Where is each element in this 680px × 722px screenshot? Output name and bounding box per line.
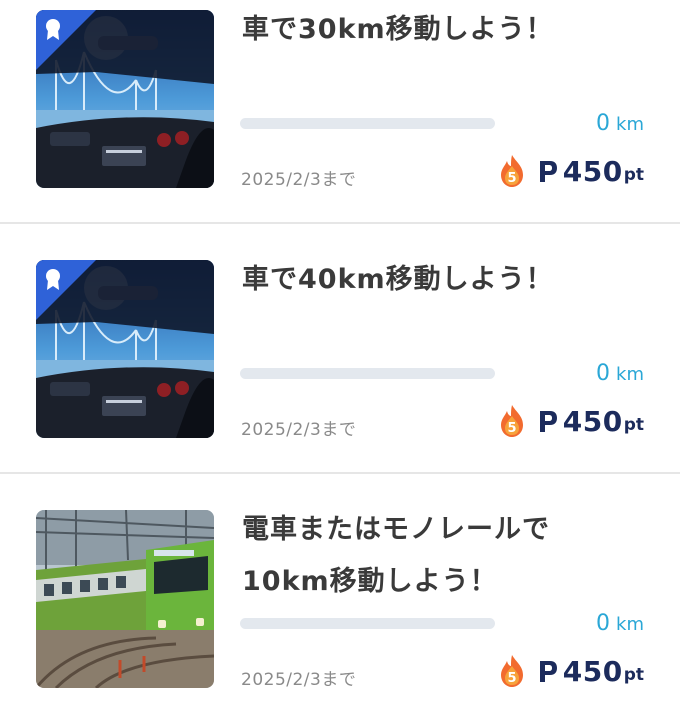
ribbon-icon (36, 260, 96, 320)
distance-unit: km (616, 114, 644, 135)
mission-title: 車で40km移動しよう！ (242, 264, 554, 295)
points-unit: pt (623, 165, 644, 185)
deadline-text: 2025/2/3まで (241, 170, 357, 190)
ribbon-icon (36, 10, 96, 70)
deadline-text: 2025/2/3まで (241, 420, 357, 440)
flame-icon: 5 (500, 155, 523, 187)
points-value: 450 (562, 654, 623, 688)
mission-card[interactable]: 電車またはモノレールで 10km移動しよう！ 0 km 2025/2/3まで 5… (0, 474, 680, 722)
distance-readout: 0 km (596, 361, 644, 386)
mission-title: 電車またはモノレールで 10km移動しよう！ (242, 514, 550, 597)
distance-readout: 0 km (596, 111, 644, 136)
distance-readout: 0 km (596, 611, 644, 636)
distance-value: 0 (596, 611, 611, 636)
points-unit: pt (623, 665, 644, 685)
points-unit: pt (623, 415, 644, 435)
progress-bar (240, 368, 495, 379)
points-value: 450 (562, 404, 623, 438)
progress-bar (240, 618, 495, 629)
mission-title: 車で30km移動しよう！ (242, 14, 554, 45)
streak-count: 5 (507, 421, 516, 436)
progress-bar (240, 118, 495, 129)
streak-count: 5 (507, 671, 516, 686)
reward: 5 450 pt (497, 154, 644, 188)
distance-value: 0 (596, 361, 611, 386)
point-mark-icon (539, 661, 557, 682)
points-value: 450 (562, 154, 623, 188)
distance-unit: km (616, 614, 644, 635)
distance-unit: km (616, 364, 644, 385)
mission-list: 車で30km移動しよう！ 0 km 2025/2/3まで 5 450 pt 車で… (0, 0, 680, 722)
point-mark-icon (539, 161, 557, 182)
mission-card[interactable]: 車で30km移動しよう！ 0 km 2025/2/3まで 5 450 pt (0, 0, 680, 224)
reward: 5 450 pt (497, 654, 644, 688)
mission-thumbnail (36, 10, 214, 188)
deadline-text: 2025/2/3まで (241, 670, 357, 690)
point-mark-icon (539, 411, 557, 432)
mission-thumbnail (36, 510, 214, 688)
reward: 5 450 pt (497, 404, 644, 438)
streak-count: 5 (507, 171, 516, 186)
mission-card[interactable]: 車で40km移動しよう！ 0 km 2025/2/3まで 5 450 pt (0, 224, 680, 474)
flame-icon: 5 (500, 405, 523, 437)
distance-value: 0 (596, 111, 611, 136)
flame-icon: 5 (500, 655, 523, 687)
mission-thumbnail (36, 260, 214, 438)
green-train-photo (36, 510, 214, 688)
